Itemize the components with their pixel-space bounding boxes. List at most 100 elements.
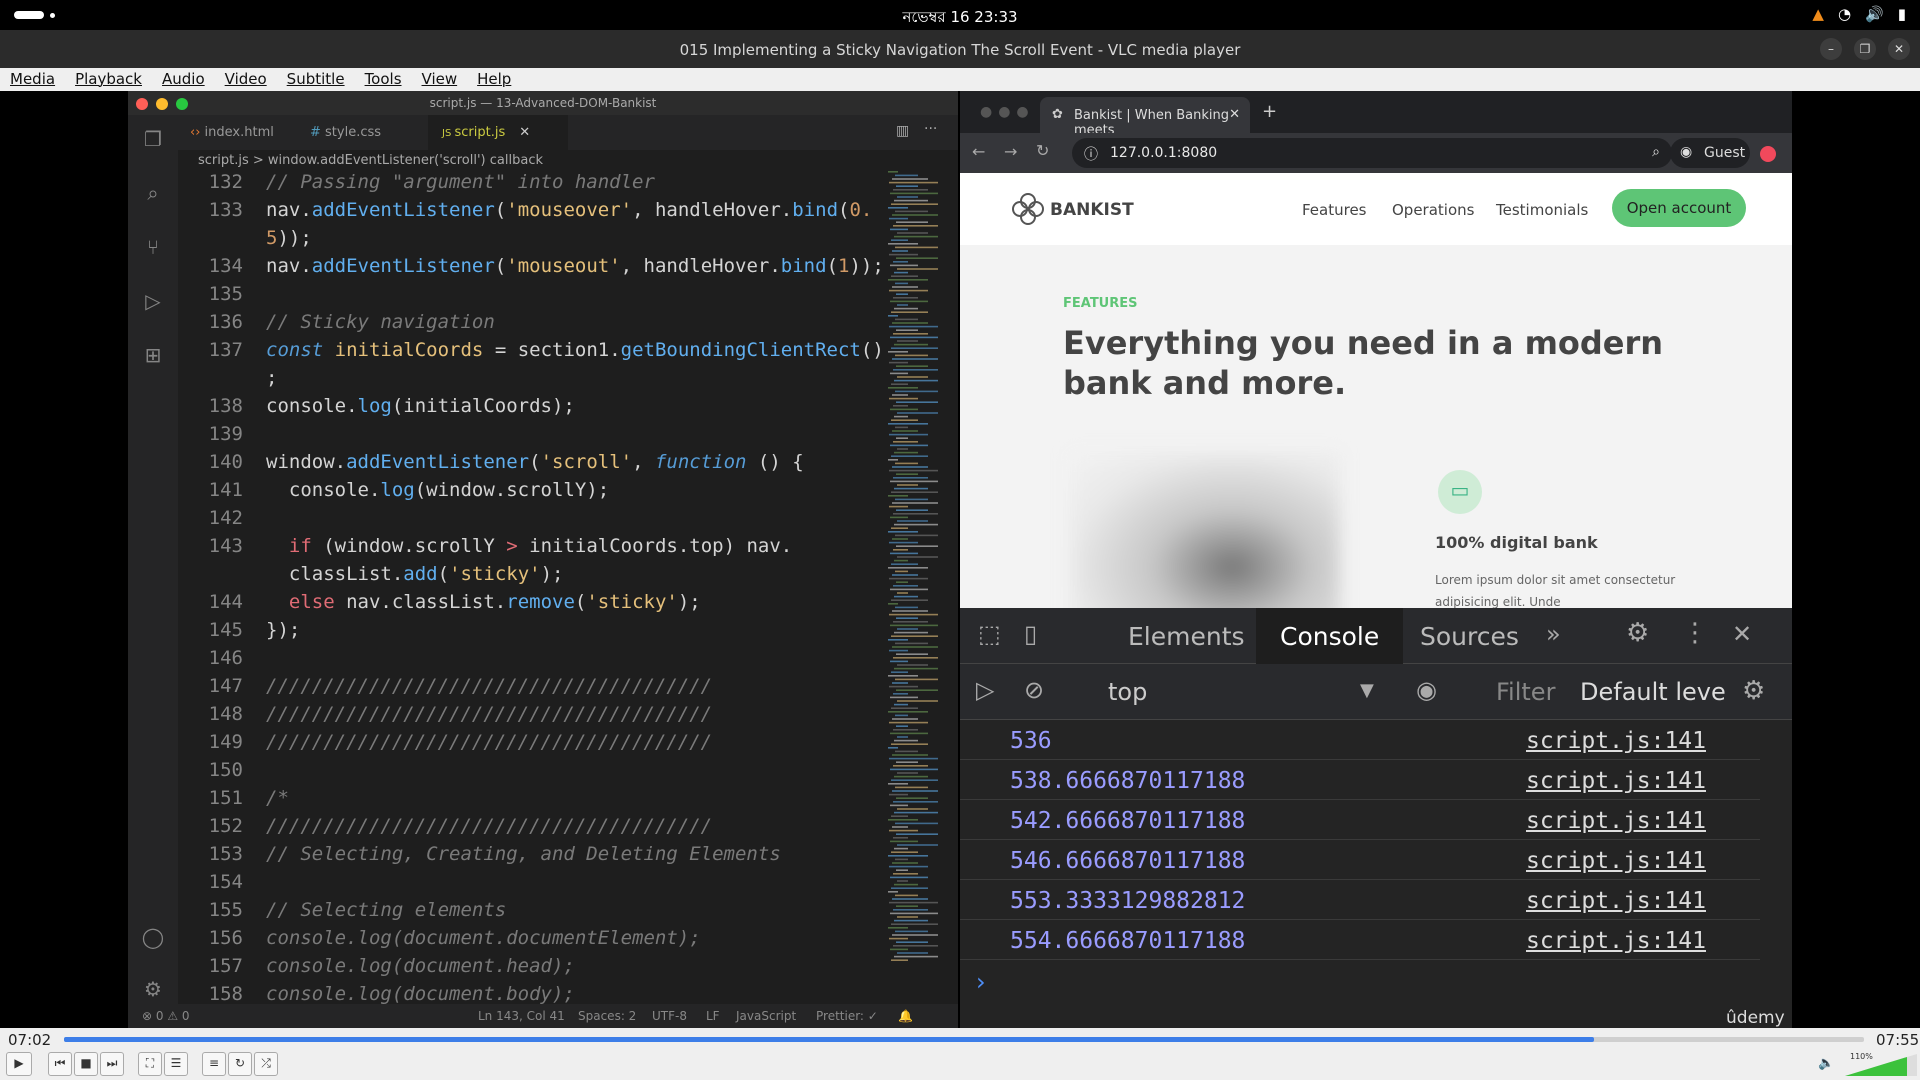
code-line[interactable]: // Selecting, Creating, and Deleting Ele… <box>266 843 781 865</box>
new-tab-button[interactable]: + <box>1262 101 1277 122</box>
vlc-tray-icon[interactable]: ▲ <box>1812 5 1824 23</box>
minimize-button[interactable]: – <box>1820 38 1842 60</box>
more-tabs-icon[interactable]: » <box>1546 620 1561 648</box>
shuffle-icon[interactable]: ⤮ <box>254 1052 278 1076</box>
site-info-icon[interactable]: ⓘ <box>1084 144 1098 164</box>
tab-sources[interactable]: Sources <box>1420 622 1519 651</box>
battery-icon[interactable]: ▮ <box>1898 5 1906 23</box>
close-devtools-icon[interactable]: ✕ <box>1732 620 1752 648</box>
open-account-button[interactable]: Open account <box>1612 189 1746 227</box>
tab-script-js[interactable]: JS script.js ✕ <box>428 115 568 150</box>
previous-icon[interactable]: ⏮ <box>48 1052 72 1076</box>
problems-indicator[interactable]: ⊗ 0 ⚠ 0 <box>142 1009 190 1023</box>
system-clock[interactable]: নভেম্বর 16 23:33 <box>0 6 1920 31</box>
devtools-menu-icon[interactable]: ⋮ <box>1682 618 1708 648</box>
log-source-link[interactable]: script.js:141 <box>1526 808 1706 834</box>
code-line[interactable]: console.log(initialCoords); <box>266 395 575 417</box>
tab-index-html[interactable]: ‹› index.html <box>190 115 300 150</box>
code-line[interactable]: nav.addEventListener('mouseout', handleH… <box>266 255 884 277</box>
log-source-link[interactable]: script.js:141 <box>1526 848 1706 874</box>
bankist-logo-icon[interactable] <box>1010 191 1046 227</box>
menu-media[interactable]: Media <box>0 68 65 91</box>
menu-audio[interactable]: Audio <box>152 68 215 91</box>
console-output[interactable]: 536 script.js:141 538.6666870117188 script.… <box>960 720 1792 980</box>
console-log-row[interactable]: 542.6666870117188 script.js:141 <box>960 800 1760 840</box>
log-value[interactable]: 536 <box>1010 728 1052 754</box>
code-line[interactable]: // Sticky navigation <box>266 311 495 333</box>
code-line[interactable]: if (window.scrollY > initialCoords.top) … <box>266 535 792 557</box>
seek-bar[interactable] <box>64 1037 1864 1042</box>
code-line[interactable]: /////////////////////////////////////// <box>266 731 712 753</box>
zoom-search-icon[interactable]: ⌕ <box>1652 144 1660 160</box>
inspect-element-icon[interactable]: ⬚ <box>978 620 1001 648</box>
log-source-link[interactable]: script.js:141 <box>1526 768 1706 794</box>
menu-subtitle[interactable]: Subtitle <box>277 68 355 91</box>
minimap[interactable] <box>886 171 946 1011</box>
log-source-link[interactable]: script.js:141 <box>1526 928 1706 954</box>
stop-icon[interactable]: ■ <box>74 1052 98 1076</box>
devtools-settings-icon[interactable]: ⚙ <box>1626 618 1649 648</box>
settings-gear-icon[interactable]: ⚙ <box>140 977 166 1003</box>
encoding[interactable]: UTF-8 <box>652 1009 687 1023</box>
explorer-icon[interactable]: ❐ <box>140 127 166 153</box>
loop-icon[interactable]: ↻ <box>228 1052 252 1076</box>
log-value[interactable]: 538.6666870117188 <box>1010 768 1245 794</box>
log-value[interactable]: 546.6666870117188 <box>1010 848 1245 874</box>
tab-console[interactable]: Console <box>1256 608 1404 664</box>
account-icon[interactable]: ◯ <box>140 925 166 951</box>
chevron-down-icon[interactable]: ▼ <box>1360 680 1374 701</box>
close-button[interactable]: ✕ <box>1888 38 1910 60</box>
source-control-icon[interactable]: ⑂ <box>140 235 166 261</box>
play-button[interactable]: ▶ <box>6 1052 32 1076</box>
code-line[interactable]: console.log(document.body); <box>266 983 575 1005</box>
code-line[interactable]: /////////////////////////////////////// <box>266 703 712 725</box>
tab-style-css[interactable]: # style.css <box>310 115 420 150</box>
nav-link-testimonials[interactable]: Testimonials <box>1496 201 1588 219</box>
console-log-row[interactable]: 538.6666870117188 script.js:141 <box>960 760 1760 800</box>
line-endings[interactable]: LF <box>706 1009 720 1023</box>
clear-console-icon[interactable]: ⊘ <box>1024 676 1044 704</box>
maximize-button[interactable]: ❐ <box>1854 38 1876 60</box>
code-line[interactable]: classList.add('sticky'); <box>266 563 564 585</box>
menu-tools[interactable]: Tools <box>355 68 412 91</box>
code-line[interactable]: /////////////////////////////////////// <box>266 675 712 697</box>
code-line[interactable]: console.log(document.head); <box>266 955 575 977</box>
log-value[interactable]: 553.3333129882812 <box>1010 888 1245 914</box>
profile-button[interactable]: ◉ Guest <box>1670 138 1750 168</box>
console-log-row[interactable]: 554.6666870117188 script.js:141 <box>960 920 1760 960</box>
code-line[interactable]: 5)); <box>266 227 312 249</box>
language-mode[interactable]: JavaScript <box>736 1009 796 1023</box>
code-line[interactable]: /////////////////////////////////////// <box>266 815 712 837</box>
code-line[interactable]: // Selecting elements <box>266 899 506 921</box>
console-log-row[interactable]: 536 script.js:141 <box>960 720 1760 760</box>
log-source-link[interactable]: script.js:141 <box>1526 728 1706 754</box>
forward-icon[interactable]: → <box>1004 142 1017 161</box>
tab-elements[interactable]: Elements <box>1128 622 1245 651</box>
search-icon[interactable]: ⌕ <box>140 181 166 207</box>
split-editor-icon[interactable]: ▥ <box>896 123 909 139</box>
console-settings-icon[interactable]: ⚙ <box>1742 676 1765 706</box>
console-filter-input[interactable]: Filter <box>1496 678 1555 706</box>
volume-icon[interactable]: 🔊 <box>1865 5 1884 23</box>
speaker-icon[interactable]: 🔈 <box>1818 1056 1834 1071</box>
record-indicator-icon[interactable] <box>1760 146 1776 162</box>
console-log-row[interactable]: 553.3333129882812 script.js:141 <box>960 880 1760 920</box>
wifi-icon[interactable]: ◔ <box>1838 5 1851 23</box>
close-tab-icon[interactable]: ✕ <box>519 125 530 140</box>
code-line[interactable]: }); <box>266 619 300 641</box>
code-line[interactable]: console.log(document.documentElement); <box>266 927 701 949</box>
menu-playback[interactable]: Playback <box>65 68 152 91</box>
log-value[interactable]: 554.6666870117188 <box>1010 928 1245 954</box>
site-logo-text[interactable]: BANKIST <box>1050 200 1134 220</box>
code-editor[interactable]: 132 // Passing "argument" into handler 133… <box>178 171 884 1011</box>
video-frame[interactable]: script.js — 13-Advanced-DOM-Bankist ❐ ⌕ … <box>0 91 1920 1028</box>
extensions-icon[interactable]: ⊞ <box>140 343 166 369</box>
notifications-icon[interactable]: 🔔 <box>898 1009 913 1023</box>
menu-view[interactable]: View <box>412 68 468 91</box>
console-prompt[interactable]: › <box>976 968 986 996</box>
code-line[interactable]: nav.addEventListener('mouseover', handle… <box>266 199 872 221</box>
extended-settings-icon[interactable]: ☰ <box>164 1052 188 1076</box>
log-value[interactable]: 542.6666870117188 <box>1010 808 1245 834</box>
code-line[interactable]: // Passing "argument" into handler <box>266 171 655 193</box>
log-levels-dropdown[interactable]: Default leve <box>1580 678 1726 706</box>
